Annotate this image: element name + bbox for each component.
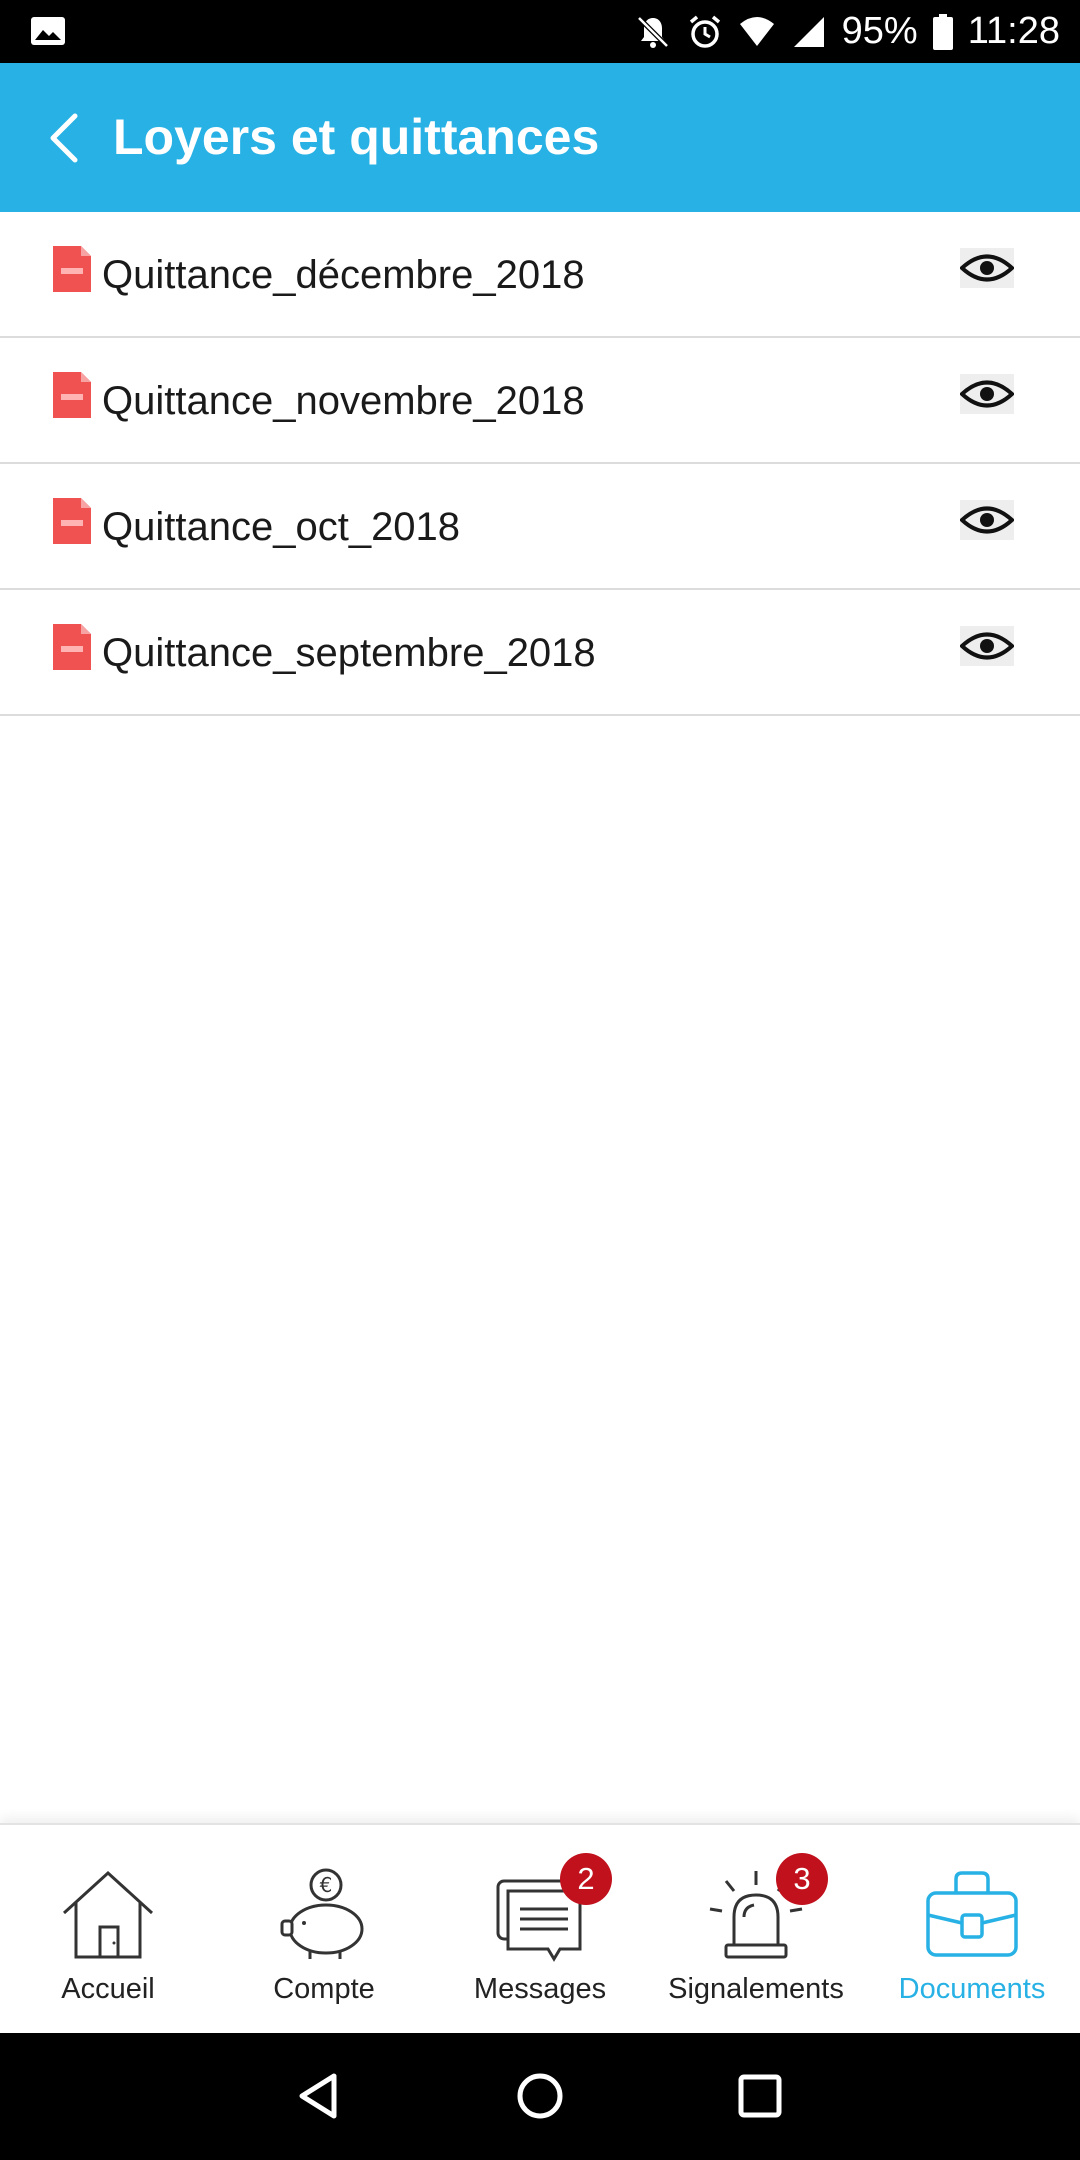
nav-item-signalements[interactable]: 3 Signalements: [648, 1825, 864, 2035]
nav-label: Accueil: [61, 1973, 155, 2005]
back-triangle-icon[interactable]: [290, 2066, 350, 2126]
page-title: Loyers et quittances: [113, 109, 600, 165]
status-bar: 95% 11:28: [0, 0, 1080, 63]
nav-label: Messages: [473, 1973, 607, 2005]
battery-icon: [932, 13, 953, 50]
briefcase-icon: [926, 1871, 1018, 1957]
nav-item-accueil[interactable]: Accueil: [0, 1825, 216, 2035]
app-bar: Loyers et quittances: [0, 63, 1080, 212]
notifications-off-icon: [636, 15, 669, 48]
document-row[interactable]: Quittance_novembre_2018: [0, 338, 1080, 464]
nav-item-compte[interactable]: € Compte: [216, 1825, 432, 2035]
view-document-button[interactable]: [960, 500, 1014, 540]
eye-icon: [960, 506, 1014, 534]
eye-icon: [960, 380, 1014, 408]
pdf-file-icon: [53, 624, 91, 670]
nav-item-messages[interactable]: 2 Messages: [432, 1825, 648, 2035]
view-document-button[interactable]: [960, 248, 1014, 288]
nav-label: Signalements: [668, 1973, 844, 2005]
chevron-left-icon: [50, 113, 78, 163]
back-button[interactable]: [30, 103, 100, 173]
pdf-file-icon: [53, 246, 91, 292]
system-navigation-bar: [0, 2033, 1080, 2160]
piggy-bank-icon: €: [280, 1868, 364, 1959]
nav-label: Compte: [273, 1973, 375, 2005]
signalements-badge: 3: [776, 1853, 828, 1905]
view-document-button[interactable]: [960, 626, 1014, 666]
recents-square-icon[interactable]: [730, 2066, 790, 2126]
status-icons: 95% 11:28: [634, 0, 1060, 63]
document-row[interactable]: Quittance_oct_2018: [0, 464, 1080, 590]
wifi-icon: [739, 16, 774, 46]
pdf-file-icon: [53, 498, 91, 544]
image-icon: [31, 17, 65, 45]
document-row[interactable]: Quittance_décembre_2018: [0, 212, 1080, 338]
home-circle-icon[interactable]: [510, 2066, 570, 2126]
messages-badge: 2: [560, 1853, 612, 1905]
view-document-button[interactable]: [960, 374, 1014, 414]
alarm-icon: [689, 15, 720, 48]
nav-label: Documents: [898, 1973, 1046, 2005]
document-list: Quittance_décembre_2018 Quittance_novemb…: [0, 212, 1080, 716]
document-name: Quittance_oct_2018: [102, 505, 461, 549]
document-row[interactable]: Quittance_septembre_2018: [0, 590, 1080, 716]
battery-percentage: 95%: [841, 10, 918, 52]
document-name: Quittance_septembre_2018: [102, 631, 596, 675]
nav-item-documents[interactable]: Documents: [864, 1825, 1080, 2035]
eye-icon: [960, 632, 1014, 660]
pdf-file-icon: [53, 372, 91, 418]
bottom-navigation: Accueil € Compte 2 Messages 3 Signalemen…: [0, 1823, 1080, 2033]
svg-text:€: €: [320, 1873, 333, 1897]
document-name: Quittance_novembre_2018: [102, 379, 585, 423]
clock: 11:28: [967, 10, 1060, 52]
eye-icon: [960, 254, 1014, 282]
signal-icon: [793, 16, 824, 47]
home-icon: [62, 1870, 154, 1959]
document-name: Quittance_décembre_2018: [102, 253, 585, 297]
